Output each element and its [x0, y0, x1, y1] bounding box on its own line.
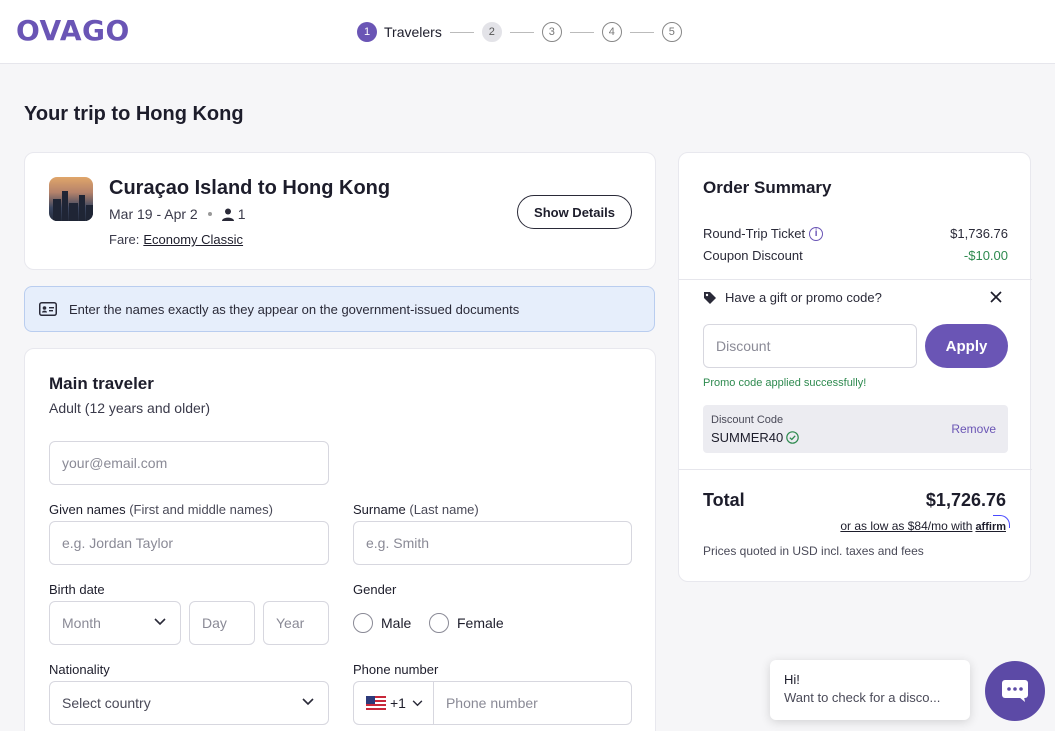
divider: [679, 469, 1032, 470]
step-2: 2: [481, 22, 502, 42]
main-traveler-form: Main traveler Adult (12 years and older)…: [24, 348, 656, 731]
check-circle-icon: [786, 431, 800, 444]
given-names-label: Given names (First and middle names): [49, 502, 273, 517]
top-header: OVAGO 1 Travelers 2 3 4 5: [0, 0, 1055, 64]
phone-field: +1 Phone number: [353, 681, 632, 725]
destination-thumbnail: [49, 177, 93, 221]
total-value: $1,726.76: [925, 490, 1006, 510]
remove-code-link[interactable]: Remove: [951, 422, 996, 436]
close-icon[interactable]: [989, 290, 1003, 304]
phone-label: Phone number: [353, 662, 439, 677]
step-5: 5: [661, 22, 682, 42]
step-connector: [449, 31, 474, 33]
chevron-down-icon: [302, 698, 314, 706]
coupon-row: Coupon Discount -$10.00: [703, 248, 1008, 263]
form-subtitle: Adult (12 years and older): [49, 400, 211, 416]
apply-button[interactable]: Apply: [925, 324, 1008, 368]
coupon-label: Coupon Discount: [703, 248, 803, 263]
birth-month-select[interactable]: Month: [49, 601, 181, 645]
order-summary: Order Summary Round-Trip Ticket i $1,736.…: [678, 152, 1032, 582]
given-names-input[interactable]: e.g. Jordan Taylor: [49, 521, 329, 565]
passenger-count: 1: [237, 206, 246, 222]
chat-preview-bubble[interactable]: Hi! Want to check for a disco...: [770, 660, 970, 720]
affirm-logo: affirm: [975, 515, 1010, 533]
progress-stepper: 1 Travelers 2 3 4 5: [357, 21, 682, 43]
surname-input[interactable]: e.g. Smith: [353, 521, 632, 565]
step-1-label: Travelers: [384, 24, 442, 40]
nationality-label: Nationality: [49, 662, 110, 677]
promo-success-message: Promo code applied successfully!: [703, 377, 867, 389]
chevron-down-icon: [154, 618, 166, 626]
birth-date-label: Birth date: [49, 582, 105, 597]
trip-meta: Mar 19 - Apr 2 1: [109, 206, 246, 222]
affirm-financing-link[interactable]: or as low as $84/mo with affirm: [840, 515, 1010, 533]
promo-question: Have a gift or promo code?: [703, 290, 882, 305]
form-title: Main traveler: [49, 374, 154, 393]
birth-year-input[interactable]: Year: [263, 601, 329, 645]
trip-dates: Mar 19 - Apr 2: [109, 206, 198, 222]
fare-info: Fare: Economy Classic: [109, 232, 243, 247]
applied-code-box: Discount Code SUMMER40 Remove: [703, 405, 1008, 453]
notice-text: Enter the names exactly as they appear o…: [69, 301, 520, 317]
ticket-row: Round-Trip Ticket i $1,736.76: [703, 226, 1008, 241]
radio-circle: [429, 613, 449, 633]
chat-message: Want to check for a disco...: [784, 690, 941, 705]
us-flag-icon: [366, 696, 386, 710]
prices-note: Prices quoted in USD incl. taxes and fee…: [703, 544, 924, 558]
total-label: Total: [703, 490, 745, 510]
show-details-button[interactable]: Show Details: [517, 195, 632, 229]
gender-label: Gender: [353, 582, 397, 597]
chat-greeting: Hi!: [784, 672, 800, 687]
birth-day-input[interactable]: Day: [189, 601, 255, 645]
trip-route: Curaçao Island to Hong Kong: [109, 177, 391, 199]
ticket-price: $1,736.76: [950, 226, 1008, 241]
person-icon: [221, 208, 234, 221]
chat-launcher-button[interactable]: [985, 661, 1045, 721]
summary-title: Order Summary: [703, 178, 832, 197]
surname-label: Surname (Last name): [353, 502, 479, 517]
step-connector: [569, 31, 594, 33]
page-title: Your trip to Hong Kong: [24, 103, 244, 125]
chevron-down-icon: [412, 699, 423, 706]
nationality-select[interactable]: Select country: [49, 681, 329, 725]
step-3: 3: [541, 22, 562, 42]
fare-link[interactable]: Economy Classic: [143, 232, 243, 247]
discount-code-label: Discount Code: [711, 414, 784, 426]
coupon-amount: -$10.00: [963, 248, 1008, 263]
tag-icon: [704, 291, 716, 304]
discount-code-value: SUMMER40: [711, 430, 800, 445]
email-field[interactable]: your@email.com: [49, 441, 329, 485]
step-1: 1: [357, 22, 377, 42]
country-code-select[interactable]: +1: [366, 682, 434, 724]
separator-dot: [207, 212, 212, 216]
document-notice: Enter the names exactly as they appear o…: [24, 286, 655, 332]
id-card-icon: [39, 302, 57, 316]
radio-circle: [353, 613, 373, 633]
step-4: 4: [601, 22, 622, 42]
discount-input[interactable]: Discount: [703, 324, 917, 368]
divider: [679, 279, 1032, 280]
step-connector: [629, 31, 654, 33]
gender-female-radio[interactable]: Female: [429, 613, 504, 633]
info-icon[interactable]: i: [809, 226, 824, 241]
gender-male-radio[interactable]: Male: [353, 613, 411, 633]
fare-label: Fare:: [109, 232, 140, 247]
chat-icon: [1002, 680, 1028, 702]
trip-card: Curaçao Island to Hong Kong Mar 19 - Apr…: [24, 152, 656, 270]
step-connector: [509, 31, 534, 33]
phone-input[interactable]: Phone number: [446, 695, 538, 711]
ovago-logo[interactable]: OVAGO: [16, 14, 130, 47]
ticket-label: Round-Trip Ticket: [703, 226, 806, 241]
